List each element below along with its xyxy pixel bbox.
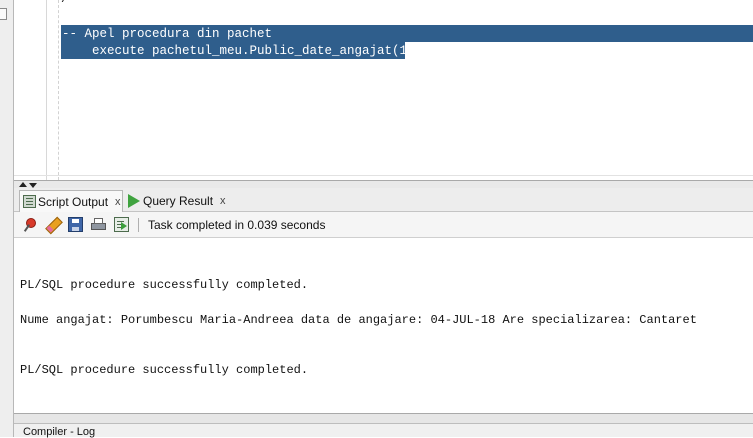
output-toolbar: Task completed in 0.039 seconds (14, 212, 753, 238)
code-line-fragment: / (61, 0, 69, 7)
panel-splitter[interactable] (14, 180, 753, 188)
editor-bottom-line (14, 175, 753, 176)
tab-label: Query Result (143, 194, 214, 208)
results-tab-bar: Script Output x Query Result x (14, 188, 753, 212)
close-icon[interactable]: x (115, 196, 121, 208)
play-icon (128, 194, 140, 208)
script-output-area[interactable]: PL/SQL procedure successfully completed.… (14, 238, 753, 413)
panel-edge-icon[interactable] (0, 8, 7, 20)
save-icon[interactable] (68, 217, 83, 232)
bottom-gap (14, 414, 753, 423)
print-icon[interactable] (91, 217, 106, 232)
code-comment-line[interactable]: -- Apel procedura din pachet (62, 26, 272, 42)
output-line: Nume angajat: Porumbescu Maria-Andreea d… (20, 313, 697, 327)
tab-script-output[interactable]: Script Output x (19, 190, 123, 212)
output-line: PL/SQL procedure successfully completed. (20, 363, 309, 377)
toolbar-divider (138, 218, 139, 232)
output-line: PL/SQL procedure successfully completed. (20, 278, 309, 292)
task-status-text: Task completed in 0.039 seconds (148, 218, 326, 232)
tab-compiler-log[interactable]: Compiler - Log (14, 423, 753, 438)
editor-fold-guide (58, 0, 59, 180)
left-side-strip (0, 0, 13, 437)
export-icon[interactable] (114, 217, 129, 232)
code-execute-line[interactable]: execute pachetul_meu.Public_date_angajat… (62, 43, 430, 59)
tab-label: Compiler - Log (23, 426, 96, 438)
eraser-icon[interactable] (45, 217, 60, 232)
script-output-icon (23, 195, 36, 208)
editor-gutter-separator (46, 0, 47, 180)
collapse-up-icon[interactable] (19, 182, 27, 187)
tab-label: Script Output (38, 194, 109, 209)
tab-query-result[interactable]: Query Result x (126, 190, 228, 212)
sql-editor[interactable]: / -- Apel procedura din pachet execute p… (14, 0, 753, 180)
pin-icon[interactable] (22, 217, 37, 232)
close-icon[interactable]: x (220, 195, 226, 207)
